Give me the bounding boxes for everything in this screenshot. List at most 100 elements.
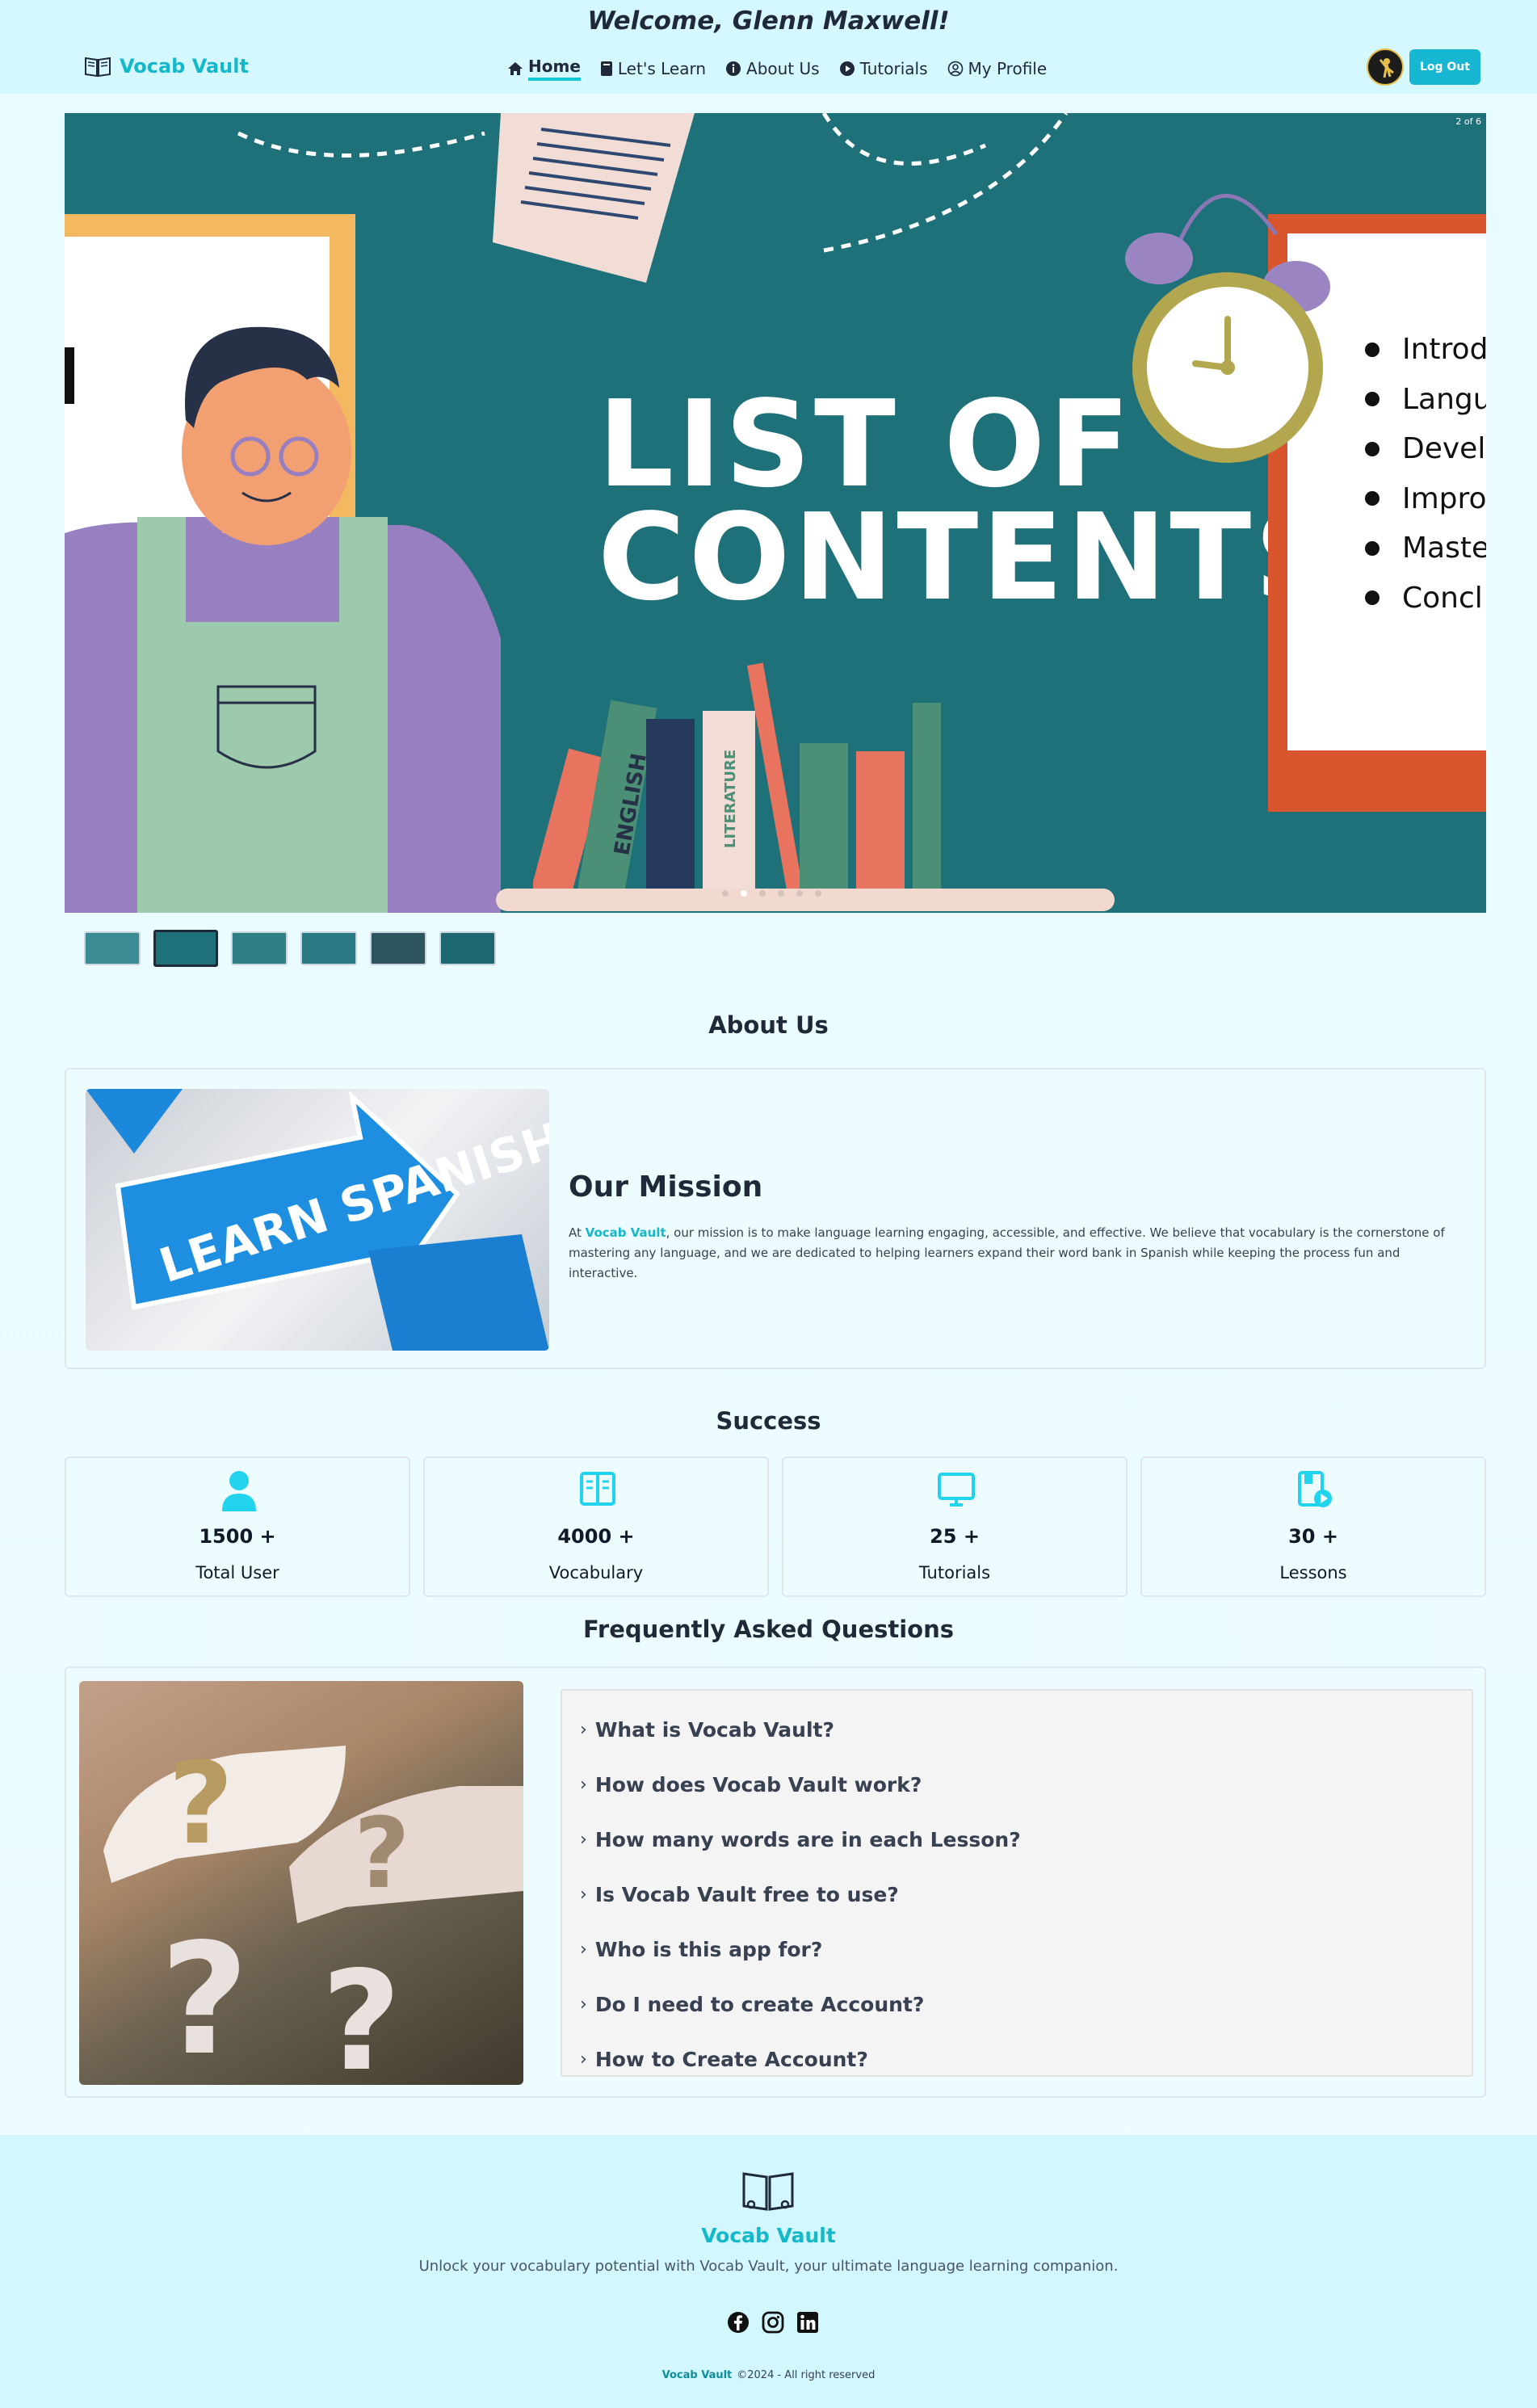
faq-question-text: Do I need to create Account? bbox=[594, 1992, 925, 2016]
contents-item: Introd bbox=[1365, 325, 1486, 375]
nav-tutorials[interactable]: Tutorials bbox=[839, 57, 928, 81]
stat-label: Tutorials bbox=[918, 1563, 991, 1582]
faq-question[interactable]: › Who is this app for? bbox=[562, 1922, 1472, 1977]
nav-lets-learn[interactable]: Let's Learn bbox=[600, 57, 706, 81]
faq-question-text: How does Vocab Vault work? bbox=[594, 1772, 922, 1797]
chevron-right-icon: › bbox=[580, 1774, 587, 1795]
chevron-right-icon: › bbox=[580, 1719, 587, 1740]
stat-value: 30 + bbox=[1288, 1525, 1338, 1548]
social-links bbox=[727, 2311, 819, 2334]
about-card: LEARN SPANISH Our Mission At Vocab Vault… bbox=[65, 1068, 1486, 1369]
success-stats: 1500 + Total User 4000 + Vocabulary 25 +… bbox=[65, 1456, 1486, 1597]
slide-title-line-2: CONTENTS bbox=[598, 488, 1344, 627]
faq-card: ? ? ? ? › What is Vocab Vault? › How does … bbox=[65, 1666, 1486, 2098]
contents-item: Langu bbox=[1365, 375, 1486, 425]
faq-question-text: Who is this app for? bbox=[594, 1937, 823, 1961]
user-avatar[interactable] bbox=[1367, 48, 1404, 86]
success-section-title: Success bbox=[716, 1407, 821, 1435]
question-marks-image: ? ? ? ? bbox=[79, 1681, 523, 2085]
slide-counter: 2 of 6 bbox=[1455, 116, 1481, 127]
nav-about-us-label: About Us bbox=[746, 59, 820, 78]
about-section-title: About Us bbox=[708, 1011, 829, 1039]
stat-value: 4000 + bbox=[557, 1525, 635, 1548]
stat-value: 1500 + bbox=[199, 1525, 276, 1548]
faq-question-text: How many words are in each Lesson? bbox=[594, 1827, 1021, 1851]
question-marks-graphic: ? ? ? ? bbox=[103, 1738, 523, 2085]
open-book-logo-icon bbox=[742, 2172, 794, 2211]
chevron-right-icon: › bbox=[580, 1939, 587, 1960]
welcome-message: Welcome, Glenn Maxwell! bbox=[587, 6, 950, 36]
mission-brand: Vocab Vault bbox=[585, 1225, 666, 1240]
faq-question[interactable]: › How to Create Account? bbox=[562, 2032, 1472, 2087]
carousel-dot[interactable] bbox=[778, 890, 784, 897]
open-book-icon bbox=[580, 1472, 615, 1506]
faq-question[interactable]: › Do I need to create Account? bbox=[562, 1977, 1472, 2032]
learn-spanish-arrow-graphic: LEARN SPANISH bbox=[86, 1089, 549, 1351]
book-icon bbox=[600, 61, 612, 76]
main-nav: Home Let's Learn About Us Tutorials My P… bbox=[507, 57, 1047, 81]
monitor-icon bbox=[938, 1473, 975, 1507]
carousel-indicators bbox=[722, 890, 821, 897]
carousel-thumbnail[interactable] bbox=[153, 930, 218, 967]
svg-text:?: ? bbox=[168, 1738, 233, 1870]
mission-prefix: At bbox=[569, 1225, 586, 1240]
footer-tagline: Unlock your vocabulary potential with Vo… bbox=[418, 2258, 1119, 2275]
faq-question-text: How to Create Account? bbox=[594, 2047, 868, 2071]
user-icon bbox=[222, 1471, 256, 1511]
contents-item: Devel bbox=[1365, 424, 1486, 474]
carousel-thumbnail[interactable] bbox=[231, 931, 288, 965]
copyright: Vocab Vault ©2024 - All right reserved bbox=[0, 2369, 1537, 2381]
top-header: Welcome, Glenn Maxwell! Vocab Vault Home… bbox=[0, 0, 1537, 94]
site-footer: Vocab Vault Unlock your vocabulary poten… bbox=[0, 2135, 1537, 2408]
nav-home[interactable]: Home bbox=[507, 57, 581, 81]
stat-card-lessons: 30 + Lessons bbox=[1140, 1456, 1486, 1597]
learn-spanish-image: LEARN SPANISH bbox=[86, 1089, 549, 1351]
brand-name: Vocab Vault bbox=[120, 55, 249, 78]
nav-my-profile[interactable]: My Profile bbox=[947, 57, 1048, 81]
book-label-literature: LITERATURE bbox=[722, 750, 739, 848]
books-illustration: ENGLISH LITERATURE bbox=[533, 662, 941, 897]
contents-item: Impro bbox=[1365, 474, 1486, 524]
open-book-logo-icon bbox=[85, 57, 111, 78]
carousel-dot[interactable] bbox=[815, 890, 821, 897]
nav-about-us[interactable]: About Us bbox=[725, 57, 820, 81]
chevron-right-icon: › bbox=[580, 1884, 587, 1905]
stat-label: Lessons bbox=[1279, 1563, 1347, 1582]
carousel-thumbnails bbox=[84, 930, 496, 967]
copyright-brand[interactable]: Vocab Vault bbox=[662, 2369, 733, 2381]
nav-lets-learn-label: Let's Learn bbox=[617, 59, 707, 78]
carousel-dot[interactable] bbox=[741, 890, 747, 897]
contents-item: Maste bbox=[1365, 523, 1486, 574]
logout-button[interactable]: Log Out bbox=[1409, 49, 1480, 85]
copyright-text: ©2024 - All right reserved bbox=[737, 2369, 876, 2381]
mission-text: At Vocab Vault, our mission is to make l… bbox=[569, 1223, 1465, 1284]
stat-value: 25 + bbox=[930, 1525, 980, 1548]
instagram-icon[interactable] bbox=[762, 2311, 784, 2334]
hero-carousel[interactable]: LIST OF CONTENTS ENGLISH LITERATURE Intr… bbox=[65, 113, 1486, 913]
nav-my-profile-label: My Profile bbox=[968, 59, 1048, 78]
stat-label: Total User bbox=[195, 1563, 279, 1582]
alarm-clock-illustration bbox=[1125, 193, 1330, 463]
carousel-dot[interactable] bbox=[722, 890, 729, 897]
svg-text:?: ? bbox=[321, 1942, 401, 2085]
svg-text:?: ? bbox=[354, 1798, 410, 1910]
linkedin-icon[interactable] bbox=[796, 2311, 819, 2334]
carousel-dot[interactable] bbox=[759, 890, 766, 897]
nav-tutorials-label: Tutorials bbox=[859, 59, 928, 78]
contents-item: Concl bbox=[1365, 574, 1486, 624]
faq-question-text: Is Vocab Vault free to use? bbox=[594, 1882, 899, 1906]
chevron-right-icon: › bbox=[580, 2049, 587, 2070]
brand-logo-link[interactable]: Vocab Vault bbox=[84, 55, 249, 78]
carousel-thumbnail[interactable] bbox=[300, 931, 357, 965]
carousel-thumbnail[interactable] bbox=[84, 931, 141, 965]
faq-question[interactable]: › How does Vocab Vault work? bbox=[562, 1757, 1472, 1812]
faq-question[interactable]: › Is Vocab Vault free to use? bbox=[562, 1867, 1472, 1922]
faq-question[interactable]: › How many words are in each Lesson? bbox=[562, 1812, 1472, 1867]
facebook-icon[interactable] bbox=[727, 2311, 750, 2334]
carousel-thumbnail[interactable] bbox=[370, 931, 426, 965]
carousel-thumbnail[interactable] bbox=[439, 931, 496, 965]
faq-question[interactable]: › What is Vocab Vault? bbox=[562, 1702, 1472, 1757]
carousel-dot[interactable] bbox=[796, 890, 803, 897]
mission-title: Our Mission bbox=[569, 1170, 763, 1204]
home-icon bbox=[508, 62, 523, 75]
